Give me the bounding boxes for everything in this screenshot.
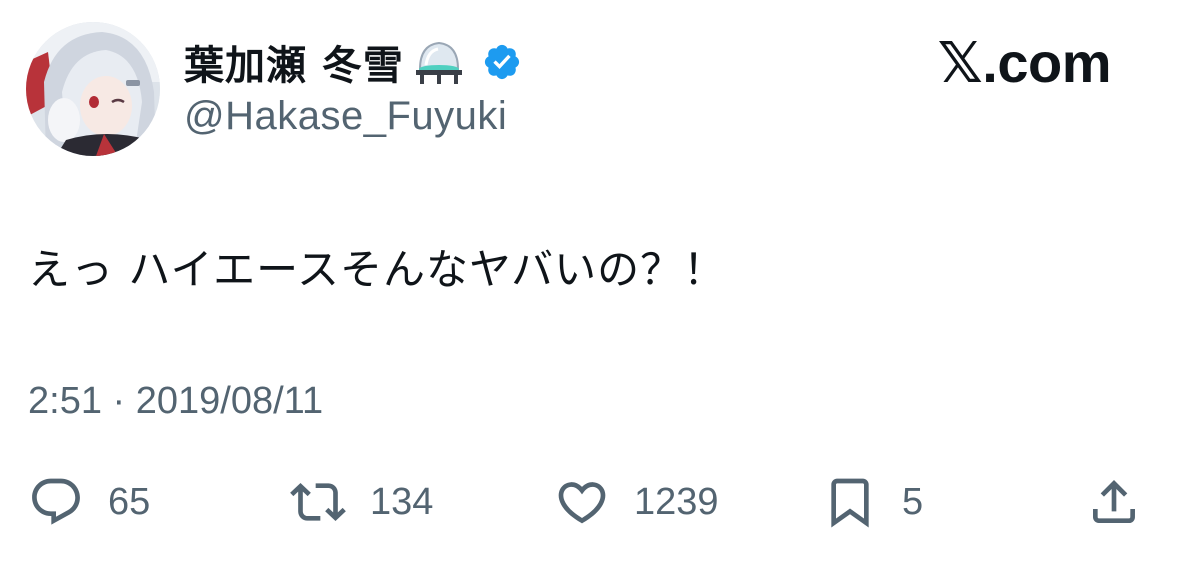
display-name[interactable]: 葉加瀬 冬雪 (184, 33, 404, 91)
tweet-timestamp[interactable]: 2:51 · 2019/08/11 (28, 380, 323, 423)
flask-emoji (415, 41, 462, 84)
share-button[interactable] (1086, 470, 1142, 534)
bookmark-count: 5 (902, 480, 924, 523)
share-icon (1093, 480, 1135, 523)
like-button[interactable]: 1239 (554, 470, 719, 534)
like-count: 1239 (634, 480, 719, 523)
retweet-button[interactable]: 134 (290, 470, 433, 534)
retweet-count: 134 (370, 480, 434, 523)
reply-button[interactable]: 65 (28, 470, 150, 534)
brand-logo: 𝕏.com (937, 31, 1112, 94)
retweet-icon (290, 483, 346, 521)
reply-count: 65 (108, 480, 151, 523)
heart-icon (558, 482, 606, 524)
avatar-image (26, 22, 160, 156)
reply-icon (32, 478, 80, 525)
bookmark-button[interactable]: 5 (822, 470, 923, 534)
avatar[interactable] (26, 22, 160, 156)
author-name-row: 葉加瀬 冬雪 (184, 34, 522, 90)
verified-badge-icon (484, 44, 520, 80)
author-handle[interactable]: @Hakase_Fuyuki (184, 94, 507, 139)
bookmark-icon (831, 478, 869, 528)
tweet-actions: 65 134 1239 5 (0, 470, 1179, 534)
tweet-text: えっ ハイエースそんなヤバいの？！ (28, 245, 727, 294)
